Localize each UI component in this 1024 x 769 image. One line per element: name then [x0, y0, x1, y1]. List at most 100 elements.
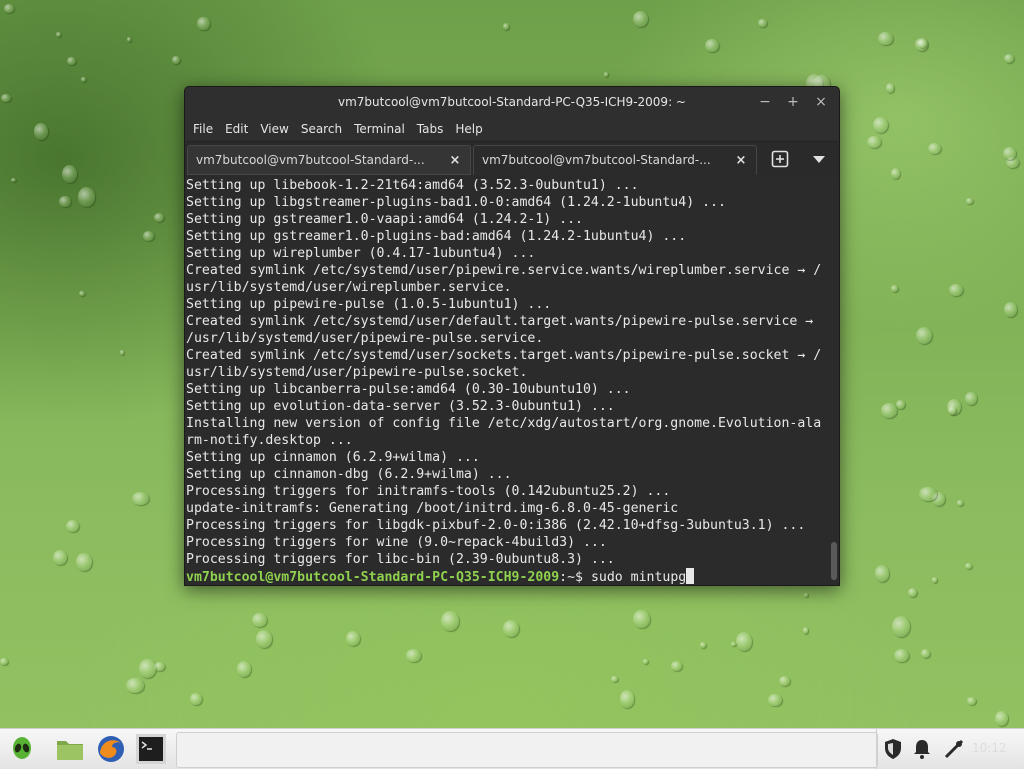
raindrop — [966, 697, 976, 705]
raindrop — [126, 678, 144, 693]
window-list[interactable] — [176, 732, 878, 768]
raindrop — [964, 562, 972, 569]
raindrop — [671, 660, 683, 671]
raindrop — [699, 641, 707, 648]
raindrop — [633, 610, 650, 629]
raindrop — [758, 18, 767, 27]
raindrop — [915, 327, 932, 345]
terminal-line: rm-notify.desktop ... — [186, 433, 353, 448]
menu-bar: File Edit View Search Terminal Tabs Help — [185, 117, 839, 141]
raindrop — [995, 710, 1009, 726]
tab-bar: vm7butcool@vm7butcool-Standard-... × vm7… — [185, 141, 839, 178]
raindrop — [255, 630, 272, 648]
shield-icon[interactable] — [882, 737, 904, 761]
terminal-icon[interactable] — [135, 733, 167, 765]
raindrop — [947, 406, 957, 416]
terminal-line: Processing triggers for wine (9.0~repack… — [186, 535, 607, 550]
terminal-line: Created symlink /etc/systemd/user/defaul… — [186, 314, 814, 329]
raindrop — [921, 649, 931, 659]
raindrop — [251, 613, 267, 628]
typed-command: sudo mintupg — [590, 570, 687, 585]
raindrop — [126, 37, 131, 42]
title-bar[interactable]: vm7butcool@vm7butcool-Standard-PC-Q35-IC… — [185, 87, 839, 117]
terminal-tab-2[interactable]: vm7butcool@vm7butcool-Standard-... × — [473, 145, 757, 175]
raindrop — [52, 550, 67, 566]
raindrop — [154, 212, 165, 222]
prompt-suffix: :~$ — [559, 570, 591, 585]
raindrop — [886, 82, 895, 93]
raindrop — [1003, 146, 1017, 160]
terminal-line: usr/lib/systemd/user/wireplumber.service… — [186, 280, 512, 295]
raindrop — [907, 587, 917, 598]
terminal-output[interactable]: Setting up libebook-1.2-21t64:amd64 (3.5… — [186, 177, 826, 585]
raindrop — [880, 402, 897, 418]
raindrop — [964, 391, 977, 406]
terminal-line: Created symlink /etc/systemd/user/socket… — [186, 348, 822, 363]
maximize-button[interactable]: + — [783, 92, 803, 112]
raindrop — [890, 168, 901, 179]
menu-help[interactable]: Help — [449, 122, 488, 136]
raindrop — [1, 94, 11, 102]
menu-view[interactable]: View — [254, 122, 294, 136]
tray-separator — [876, 729, 877, 769]
menu-edit[interactable]: Edit — [219, 122, 254, 136]
minimize-button[interactable]: − — [755, 92, 775, 112]
tab-label: vm7butcool@vm7butcool-Standard-... — [482, 153, 711, 167]
terminal-window[interactable]: vm7butcool@vm7butcool-Standard-PC-Q35-IC… — [184, 86, 840, 586]
notifications-icon[interactable] — [910, 737, 934, 761]
raindrop — [76, 552, 92, 571]
terminal-line: Setting up libcanberra-pulse:amd64 (0.30… — [186, 382, 631, 397]
raindrop — [441, 611, 459, 631]
raindrop — [406, 649, 422, 662]
raindrop — [10, 177, 16, 182]
network-icon[interactable] — [942, 737, 966, 761]
scrollbar[interactable] — [829, 179, 837, 581]
raindrop — [948, 283, 963, 297]
raindrop — [914, 37, 929, 51]
alien-menu-icon[interactable] — [6, 733, 38, 765]
terminal-line: update-initramfs: Generating /boot/initr… — [186, 501, 679, 516]
raindrop — [894, 649, 909, 663]
raindrop — [731, 642, 736, 647]
raindrop — [119, 349, 124, 355]
raindrop — [919, 486, 937, 501]
raindrop — [891, 284, 899, 292]
terminal-tab-1[interactable]: vm7butcool@vm7butcool-Standard-... × — [187, 145, 471, 175]
raindrop — [78, 290, 85, 296]
raindrop — [895, 399, 905, 409]
raindrop — [872, 116, 889, 134]
tab-menu-chevron-icon[interactable] — [813, 156, 825, 163]
raindrop — [346, 631, 361, 647]
scrollbar-thumb[interactable] — [831, 542, 837, 580]
window-title: vm7butcool@vm7butcool-Standard-PC-Q35-IC… — [338, 95, 686, 109]
raindrop — [619, 690, 635, 708]
folder-icon[interactable] — [54, 733, 86, 765]
menu-tabs[interactable]: Tabs — [411, 122, 450, 136]
tab-close-button[interactable]: × — [448, 153, 462, 168]
menu-search[interactable]: Search — [295, 122, 348, 136]
terminal-line: Setting up evolution-data-server (3.52.3… — [186, 399, 615, 414]
raindrop — [132, 491, 149, 506]
terminal-line: Processing triggers for libgdk-pixbuf-2.… — [186, 518, 806, 533]
tab-close-button[interactable]: × — [734, 153, 748, 168]
terminal-line: Setting up cinnamon (6.2.9+wilma) ... — [186, 450, 480, 465]
raindrop — [611, 676, 618, 682]
new-tab-icon[interactable] — [771, 150, 789, 168]
raindrop — [4, 4, 14, 13]
raindrop — [874, 565, 890, 582]
menu-file[interactable]: File — [187, 122, 219, 136]
raindrop — [236, 660, 252, 678]
terminal-prompt-line[interactable]: vm7butcool@vm7butcool-Standard-PC-Q35-IC… — [186, 568, 826, 585]
raindrop — [1003, 53, 1014, 63]
terminal-line: /usr/lib/systemd/user/pipewire-pulse.ser… — [186, 331, 544, 346]
clock[interactable]: 10:12 — [972, 741, 1007, 755]
raindrop — [603, 71, 609, 77]
menu-terminal[interactable]: Terminal — [348, 122, 411, 136]
raindrop — [142, 231, 154, 241]
firefox-icon[interactable] — [95, 733, 127, 765]
close-button[interactable]: × — [811, 92, 831, 112]
raindrop — [768, 693, 782, 707]
raindrop — [931, 577, 938, 584]
terminal-line: Setting up pipewire-pulse (1.0.5-1ubuntu… — [186, 297, 552, 312]
bottom-panel: 10:12 — [0, 728, 1024, 769]
